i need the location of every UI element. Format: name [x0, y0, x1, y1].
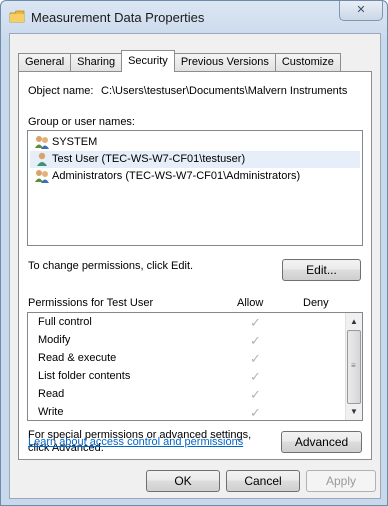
permission-row: Read & execute ✓	[28, 349, 338, 368]
allow-check-icon: ✓	[250, 369, 261, 384]
permission-name: Read	[38, 388, 65, 400]
permission-name: Write	[38, 406, 64, 418]
grip-icon: ≡	[351, 361, 356, 370]
allow-check-icon: ✓	[250, 315, 261, 330]
user-name: Test User (TEC-WS-W7-CF01\testuser)	[52, 153, 246, 165]
list-item-test-user[interactable]: Test User (TEC-WS-W7-CF01\testuser)	[30, 151, 360, 168]
user-name: Administrators (TEC-WS-W7-CF01\Administr…	[52, 170, 301, 182]
allow-check-icon: ✓	[250, 351, 261, 366]
allow-check-icon: ✓	[250, 387, 261, 402]
permission-row: Read ✓	[28, 385, 338, 404]
list-item-system[interactable]: SYSTEM	[30, 134, 360, 151]
cancel-button[interactable]: Cancel	[226, 470, 300, 492]
close-icon: ✕	[356, 4, 366, 16]
user-name: SYSTEM	[52, 136, 98, 148]
tab-customize[interactable]: Customize	[274, 53, 341, 72]
advanced-button[interactable]: Advanced	[281, 431, 362, 453]
list-item-administrators[interactable]: Administrators (TEC-WS-W7-CF01\Administr…	[30, 168, 360, 185]
object-name-label: Object name:	[28, 85, 94, 97]
change-permissions-text: To change permissions, click Edit.	[28, 260, 194, 272]
deny-column-header: Deny	[303, 297, 329, 309]
permission-name: Read & execute	[38, 352, 117, 364]
close-button[interactable]: ✕	[339, 1, 383, 21]
permission-name: List folder contents	[38, 370, 131, 382]
object-name-value: C:\Users\testuser\Documents\Malvern Inst…	[101, 85, 348, 97]
tab-sharing[interactable]: Sharing	[70, 53, 123, 72]
learn-access-control-link[interactable]: Learn about access control and permissio…	[28, 436, 243, 448]
permissions-list[interactable]: Full control ✓ Modify ✓ Read & execute ✓…	[27, 312, 363, 421]
user-icon	[37, 152, 47, 166]
permission-row: Modify ✓	[28, 331, 338, 350]
user-list[interactable]: SYSTEM Test User (TEC-WS-W7-CF01\testuse…	[27, 130, 363, 246]
dialog-client-area: General Sharing Security Previous Versio…	[9, 33, 381, 499]
ok-button[interactable]: OK	[146, 470, 220, 492]
permission-row: Full control ✓	[28, 313, 338, 332]
permission-row: Write ✓	[28, 403, 338, 420]
group-users-icon	[35, 136, 49, 149]
security-panel: Object name: C:\Users\testuser\Documents…	[18, 71, 372, 460]
allow-column-header: Allow	[237, 297, 264, 309]
permission-name: Modify	[38, 334, 71, 346]
edit-button[interactable]: Edit...	[282, 259, 361, 281]
scroll-thumb[interactable]: ≡	[347, 330, 361, 404]
tab-security[interactable]: Security	[121, 50, 175, 72]
properties-window: Measurement Data Properties ✕ General Sh…	[0, 0, 388, 506]
tab-previous-versions[interactable]: Previous Versions	[173, 53, 276, 72]
folder-icon	[9, 10, 25, 23]
permission-row: List folder contents ✓	[28, 367, 338, 386]
group-users-icon	[35, 170, 49, 183]
title-bar[interactable]: Measurement Data Properties ✕	[1, 1, 387, 33]
allow-check-icon: ✓	[250, 405, 261, 420]
tab-general[interactable]: General	[18, 53, 72, 72]
window-title: Measurement Data Properties	[31, 10, 205, 25]
group-names-label: Group or user names:	[28, 116, 135, 128]
apply-button[interactable]: Apply	[306, 470, 376, 492]
tab-strip: General Sharing Security Previous Versio…	[18, 50, 341, 72]
scroll-down-icon[interactable]: ▼	[346, 403, 362, 420]
permissions-scrollbar[interactable]: ▲ ≡ ▼	[345, 313, 362, 420]
scroll-up-icon[interactable]: ▲	[346, 313, 362, 330]
permissions-for-label: Permissions for Test User	[28, 297, 154, 309]
permission-name: Full control	[38, 316, 92, 328]
allow-check-icon: ✓	[250, 333, 261, 348]
